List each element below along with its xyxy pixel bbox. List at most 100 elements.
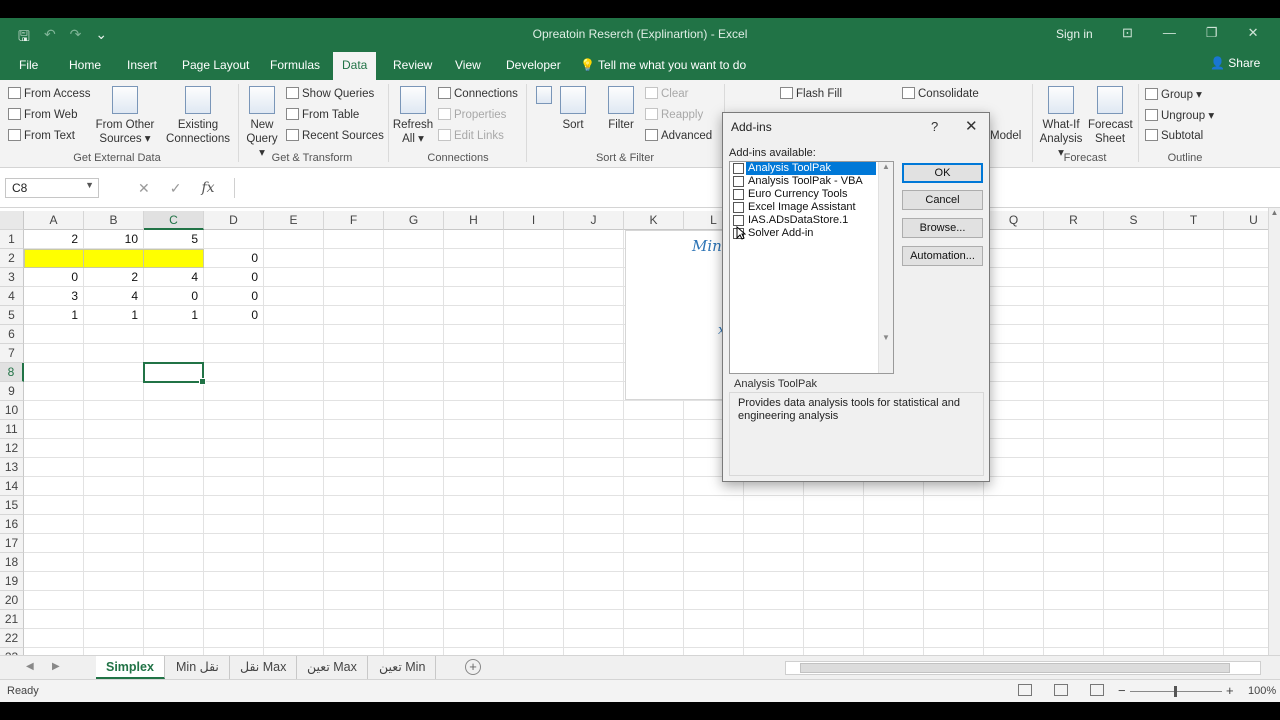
close-icon[interactable]: ✕ (1248, 25, 1259, 41)
recent-sources-button[interactable]: Recent Sources (286, 129, 384, 142)
page-break-view-icon[interactable] (1090, 684, 1104, 696)
what-if-analysis-button[interactable]: What-If Analysis ▾ (1036, 86, 1086, 160)
add-in-item[interactable]: Euro Currency Tools (730, 188, 893, 201)
row-header[interactable]: 1 (0, 230, 24, 249)
sheet-tab-max-transport[interactable]: نقل Max (230, 656, 298, 679)
sign-in-link[interactable]: Sign in (1056, 27, 1093, 41)
group-button[interactable]: Group ▾ (1145, 87, 1202, 101)
cell-d3[interactable]: 0 (204, 268, 264, 287)
row-header[interactable]: 2 (0, 249, 24, 268)
add-in-item[interactable]: Analysis ToolPak (730, 162, 893, 175)
zoom-slider[interactable] (1130, 686, 1222, 697)
automation-button[interactable]: Automation... (902, 246, 983, 266)
tab-review[interactable]: Review (384, 50, 441, 80)
refresh-all-button[interactable]: Refresh All ▾ (392, 86, 434, 146)
column-header[interactable]: B (84, 211, 144, 230)
row-header[interactable]: 21 (0, 610, 24, 629)
column-header[interactable]: Q (984, 211, 1044, 230)
ok-button[interactable]: OK (902, 163, 983, 183)
sheet-tab-min-transport[interactable]: Min نقل (166, 656, 230, 679)
existing-connections-button[interactable]: Existing Connections (162, 86, 234, 146)
row-header[interactable]: 17 (0, 534, 24, 553)
row-header[interactable]: 3 (0, 268, 24, 287)
enter-icon[interactable]: ✓ (170, 180, 182, 197)
add-in-checkbox[interactable] (733, 202, 744, 213)
cell-d2[interactable]: 0 (204, 249, 264, 268)
cell-b3[interactable]: 2 (84, 268, 144, 287)
normal-view-icon[interactable] (1018, 684, 1032, 696)
list-scrollbar[interactable]: ▲ ▼ (878, 162, 893, 373)
cell-d5[interactable]: 0 (204, 306, 264, 325)
row-header[interactable]: 19 (0, 572, 24, 591)
share-button[interactable]: 👤 Share (1210, 56, 1260, 70)
column-header[interactable]: J (564, 211, 624, 230)
cell-b5[interactable]: 1 (84, 306, 144, 325)
row-header[interactable]: 12 (0, 439, 24, 458)
column-header[interactable]: C (144, 211, 204, 230)
tab-insert[interactable]: Insert (118, 50, 166, 80)
restore-icon[interactable]: ❐ (1206, 25, 1218, 41)
tab-file[interactable]: File (10, 50, 47, 80)
subtotal-button[interactable]: Subtotal (1145, 129, 1203, 142)
column-header[interactable]: E (264, 211, 324, 230)
cell-a5[interactable]: 1 (24, 306, 84, 325)
help-icon[interactable]: ? (931, 119, 938, 134)
active-cell-selection[interactable] (143, 362, 206, 385)
column-header[interactable]: U (1224, 211, 1268, 230)
cell-c3[interactable]: 4 (144, 268, 204, 287)
column-header[interactable]: S (1104, 211, 1164, 230)
from-text-button[interactable]: From Text (8, 129, 75, 142)
reapply-button[interactable]: Reapply (645, 108, 703, 121)
row-header[interactable]: 10 (0, 401, 24, 420)
cell-a3[interactable]: 0 (24, 268, 84, 287)
browse-button[interactable]: Browse... (902, 218, 983, 238)
filter-button[interactable]: Filter (604, 86, 638, 132)
add-in-checkbox[interactable] (733, 176, 744, 187)
from-other-sources-button[interactable]: From Other Sources ▾ (92, 86, 158, 146)
scroll-right-icon[interactable]: ▶ (52, 661, 60, 672)
row-header[interactable]: 6 (0, 325, 24, 344)
scrollbar-thumb[interactable] (800, 663, 1230, 673)
advanced-filter-button[interactable]: Advanced (645, 129, 712, 142)
cell-b4[interactable]: 4 (84, 287, 144, 306)
clear-filter-button[interactable]: Clear (645, 87, 688, 100)
add-ins-list[interactable]: Analysis ToolPak Analysis ToolPak - VBA Eu… (729, 161, 894, 374)
forecast-sheet-button[interactable]: Forecast Sheet (1088, 86, 1133, 146)
row-header[interactable]: 14 (0, 477, 24, 496)
sheet-tab-max-assignment[interactable]: تعين Max (297, 656, 368, 679)
tab-formulas[interactable]: Formulas (261, 50, 329, 80)
row-header[interactable]: 5 (0, 306, 24, 325)
ungroup-button[interactable]: Ungroup ▾ (1145, 108, 1214, 122)
row-header[interactable]: 20 (0, 591, 24, 610)
row-header[interactable]: 22 (0, 629, 24, 648)
scroll-left-icon[interactable]: ◀ (26, 661, 34, 672)
sheet-tab-simplex[interactable]: Simplex (96, 656, 165, 679)
vertical-scrollbar[interactable]: ▲ (1268, 208, 1280, 655)
cell-c5[interactable]: 1 (144, 306, 204, 325)
row-header[interactable]: 8 (0, 363, 24, 382)
row-header[interactable]: 23 (0, 648, 24, 655)
column-header[interactable]: I (504, 211, 564, 230)
sort-az-button[interactable] (532, 86, 556, 108)
row-header[interactable]: 7 (0, 344, 24, 363)
add-in-item[interactable]: IAS.ADsDataStore.1 (730, 214, 893, 227)
edit-links-button[interactable]: Edit Links (438, 129, 504, 142)
row-header[interactable]: 4 (0, 287, 24, 306)
add-in-checkbox[interactable] (733, 189, 744, 200)
row-header[interactable]: 16 (0, 515, 24, 534)
properties-button[interactable]: Properties (438, 108, 506, 121)
tab-data[interactable]: Data (333, 52, 377, 80)
tab-page-layout[interactable]: Page Layout (173, 50, 258, 80)
manage-data-model-button[interactable]: Model (990, 130, 1021, 142)
row-header[interactable]: 15 (0, 496, 24, 515)
zoom-slider-knob[interactable] (1174, 686, 1177, 697)
cell-c4[interactable]: 0 (144, 287, 204, 306)
column-header[interactable]: H (444, 211, 504, 230)
cancel-button[interactable]: Cancel (902, 190, 983, 210)
tab-view[interactable]: View (446, 50, 490, 80)
from-table-button[interactable]: From Table (286, 108, 359, 121)
from-web-button[interactable]: From Web (8, 108, 77, 121)
page-layout-view-icon[interactable] (1054, 684, 1068, 696)
add-in-checkbox[interactable] (733, 215, 744, 226)
add-in-item[interactable]: Excel Image Assistant (730, 201, 893, 214)
